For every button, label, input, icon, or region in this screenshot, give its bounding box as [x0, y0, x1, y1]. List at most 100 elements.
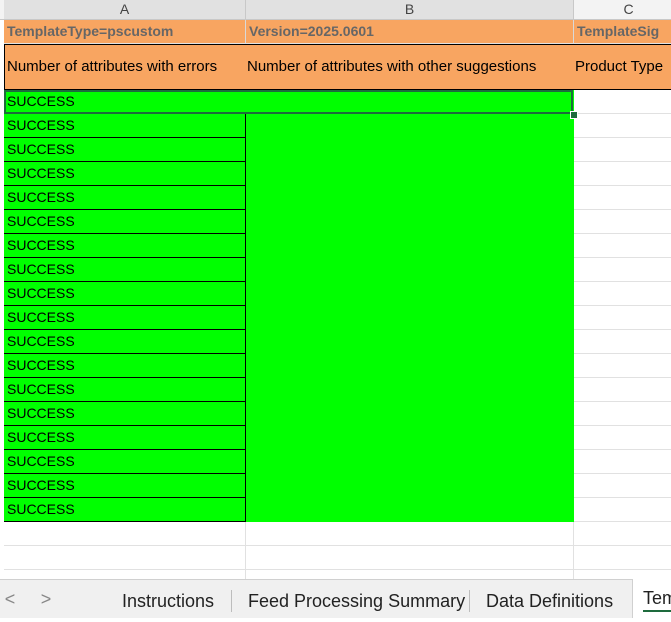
product-type-cell[interactable]: [574, 138, 671, 162]
status-row: SUCCESS: [4, 234, 671, 258]
suggestions-count-cell[interactable]: [246, 114, 574, 138]
product-type-cell[interactable]: [574, 306, 671, 330]
tab-data-definitions[interactable]: Data Definitions: [486, 580, 613, 618]
product-type-cell[interactable]: [574, 450, 671, 474]
column-title-row: Number of attributes with errors Number …: [4, 44, 671, 90]
suggestions-count-cell[interactable]: [246, 138, 574, 162]
status-row: SUCCESS: [4, 426, 671, 450]
status-cell[interactable]: SUCCESS: [4, 306, 246, 330]
product-type-cell[interactable]: [574, 162, 671, 186]
suggestions-count-cell[interactable]: [246, 210, 574, 234]
suggestions-count-cell[interactable]: [246, 330, 574, 354]
product-type-header-cell[interactable]: Product Type: [573, 44, 671, 90]
suggestions-count-cell[interactable]: [246, 498, 574, 522]
suggestions-count-cell[interactable]: [246, 354, 574, 378]
status-row: SUCCESS: [4, 378, 671, 402]
tab-feed-processing-summary[interactable]: Feed Processing Summary: [248, 580, 465, 618]
empty-row: [4, 522, 671, 546]
template-type-cell[interactable]: TemplateType=pscustom: [4, 20, 246, 44]
product-type-cell[interactable]: [574, 210, 671, 234]
status-row: SUCCESS: [4, 210, 671, 234]
status-cell[interactable]: SUCCESS: [4, 210, 246, 234]
suggestions-count-cell[interactable]: [246, 282, 574, 306]
status-row: SUCCESS: [4, 162, 671, 186]
status-cell[interactable]: SUCCESS: [4, 234, 246, 258]
product-type-cell[interactable]: [574, 330, 671, 354]
empty-cell-b[interactable]: [246, 546, 574, 570]
suggestions-count-cell[interactable]: [246, 90, 574, 114]
errors-count-header-cell[interactable]: Number of attributes with errors: [4, 44, 246, 90]
status-row: SUCCESS: [4, 282, 671, 306]
product-type-cell[interactable]: [574, 114, 671, 138]
empty-cell-b[interactable]: [246, 570, 574, 579]
suggestions-count-cell[interactable]: [246, 474, 574, 498]
product-type-cell[interactable]: [574, 474, 671, 498]
product-type-cell[interactable]: [574, 402, 671, 426]
suggestions-count-cell[interactable]: [246, 426, 574, 450]
status-cell[interactable]: SUCCESS: [4, 90, 246, 114]
status-row: SUCCESS: [4, 354, 671, 378]
status-row: SUCCESS: [4, 498, 671, 522]
status-cell[interactable]: SUCCESS: [4, 330, 246, 354]
column-header-b[interactable]: B: [246, 0, 574, 19]
template-signature-cell[interactable]: TemplateSig: [574, 20, 671, 44]
product-type-cell[interactable]: [574, 258, 671, 282]
status-cell[interactable]: SUCCESS: [4, 114, 246, 138]
next-sheet-button[interactable]: >: [36, 589, 56, 610]
prev-sheet-button[interactable]: <: [0, 589, 20, 610]
empty-cell-c[interactable]: [574, 522, 671, 546]
suggestions-count-cell[interactable]: [246, 186, 574, 210]
empty-cell-c[interactable]: [574, 546, 671, 570]
suggestions-count-cell[interactable]: [246, 258, 574, 282]
empty-cell-a[interactable]: [4, 522, 246, 546]
template-info-row: TemplateType=pscustom Version=2025.0601 …: [4, 20, 671, 44]
status-cell[interactable]: SUCCESS: [4, 186, 246, 210]
active-tab-underline: [643, 610, 671, 612]
fill-handle[interactable]: [570, 111, 578, 119]
empty-cell-c[interactable]: [574, 570, 671, 579]
tab-template-active[interactable]: Tem: [632, 579, 671, 618]
suggestions-count-cell[interactable]: [246, 234, 574, 258]
tab-instructions[interactable]: Instructions: [122, 580, 214, 618]
product-type-cell[interactable]: [574, 498, 671, 522]
column-header-a[interactable]: A: [4, 0, 246, 19]
status-cell[interactable]: SUCCESS: [4, 498, 246, 522]
empty-cell-b[interactable]: [246, 522, 574, 546]
status-cell[interactable]: SUCCESS: [4, 474, 246, 498]
empty-cell-a[interactable]: [4, 546, 246, 570]
suggestions-count-cell[interactable]: [246, 402, 574, 426]
empty-row: [4, 546, 671, 570]
product-type-cell[interactable]: [574, 234, 671, 258]
product-type-cell[interactable]: [574, 378, 671, 402]
product-type-cell[interactable]: [574, 354, 671, 378]
suggestions-count-cell[interactable]: [246, 450, 574, 474]
suggestions-count-header-cell[interactable]: Number of attributes with other suggesti…: [245, 44, 574, 90]
product-type-cell[interactable]: [574, 90, 671, 114]
suggestions-count-cell[interactable]: [246, 378, 574, 402]
status-cell[interactable]: SUCCESS: [4, 402, 246, 426]
sheet-tab-bar: < > Instructions Feed Processing Summary…: [0, 579, 671, 618]
product-type-cell[interactable]: [574, 426, 671, 450]
tab-divider: [231, 590, 232, 612]
status-cell[interactable]: SUCCESS: [4, 426, 246, 450]
tab-template-label: Tem: [643, 588, 671, 608]
status-cell[interactable]: SUCCESS: [4, 378, 246, 402]
status-cell[interactable]: SUCCESS: [4, 450, 246, 474]
suggestions-count-cell[interactable]: [246, 162, 574, 186]
suggestions-count-cell[interactable]: [246, 306, 574, 330]
tab-divider: [469, 590, 470, 612]
status-row: SUCCESS: [4, 138, 671, 162]
status-cell[interactable]: SUCCESS: [4, 258, 246, 282]
empty-cell-a[interactable]: [4, 570, 246, 579]
status-row: SUCCESS: [4, 258, 671, 282]
status-cell[interactable]: SUCCESS: [4, 354, 246, 378]
status-cell[interactable]: SUCCESS: [4, 138, 246, 162]
status-cell[interactable]: SUCCESS: [4, 162, 246, 186]
version-cell[interactable]: Version=2025.0601: [246, 20, 574, 44]
status-row: SUCCESS: [4, 402, 671, 426]
status-cell[interactable]: SUCCESS: [4, 282, 246, 306]
column-header-bar: A B C: [0, 0, 671, 20]
column-header-c[interactable]: C: [574, 0, 671, 19]
product-type-cell[interactable]: [574, 282, 671, 306]
product-type-cell[interactable]: [574, 186, 671, 210]
